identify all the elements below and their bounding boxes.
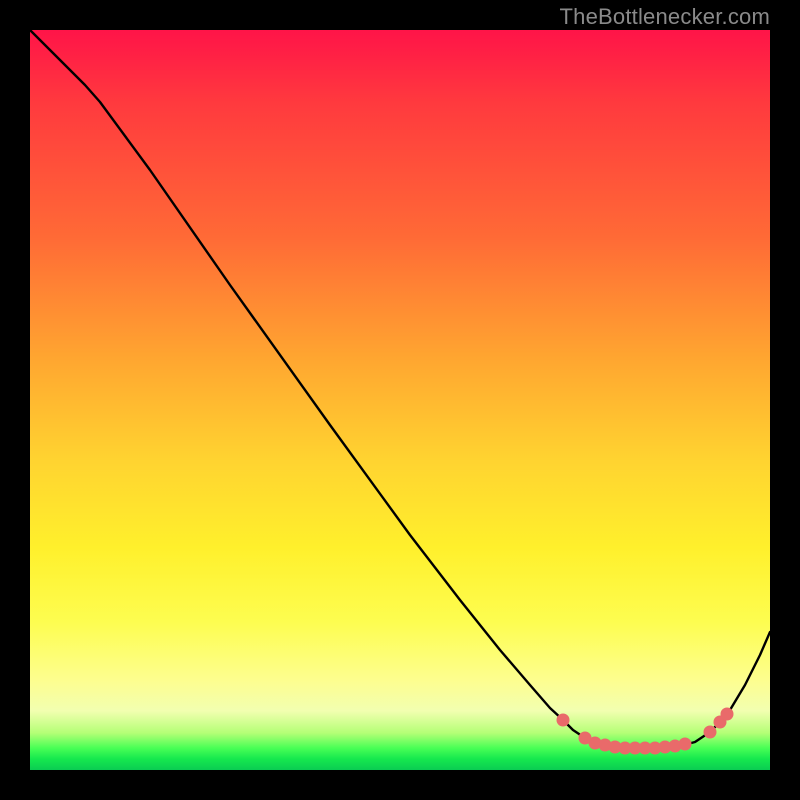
chart-frame: TheBottlenecker.com (0, 0, 800, 800)
curve-marker (704, 726, 717, 739)
curve-marker (557, 714, 570, 727)
curve-marker (679, 738, 692, 751)
plot-area (30, 30, 770, 770)
curve-marker (721, 708, 734, 721)
curve-markers (557, 708, 734, 755)
watermark-label: TheBottlenecker.com (560, 4, 770, 30)
curve-path (30, 30, 770, 748)
bottleneck-curve (30, 30, 770, 770)
